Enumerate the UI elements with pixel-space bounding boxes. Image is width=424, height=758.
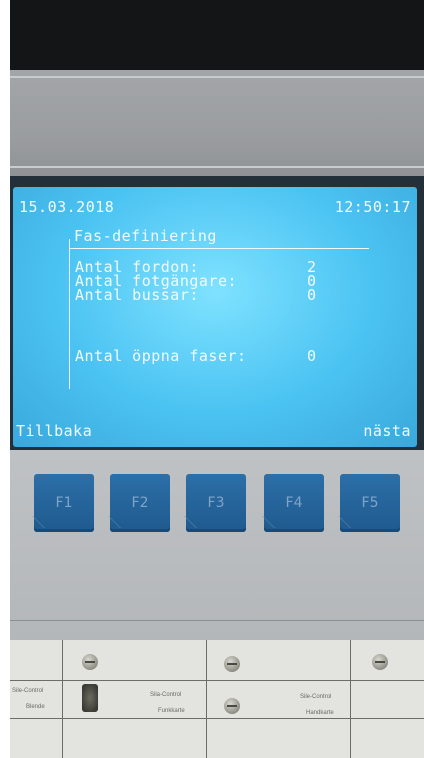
terminal-label: Sile-Control xyxy=(300,694,332,700)
f1-button[interactable]: F1 xyxy=(32,474,94,532)
menu-frame-vertical xyxy=(69,239,70,389)
terminal-screw xyxy=(224,698,240,714)
lcd-display: 15.03.2018 12:50:17 Fas-definiering Anta… xyxy=(13,187,417,447)
terminal-label: Handkarte xyxy=(306,710,334,716)
date-readout: 15.03.2018 xyxy=(19,198,115,216)
terminal-screw xyxy=(372,654,388,670)
terminal-label: Funkkarte xyxy=(158,708,185,714)
terminal-screw xyxy=(224,656,240,672)
f2-button[interactable]: F2 xyxy=(108,474,170,532)
open-phases-label: Antal öppna faser: xyxy=(75,347,247,365)
terminal-screw xyxy=(82,654,98,670)
softkey-back-label[interactable]: Tillbaka xyxy=(16,424,92,439)
f5-button[interactable]: F5 xyxy=(338,474,400,532)
row-label-bussar: Antal bussar: xyxy=(75,286,199,304)
device-photo: 15.03.2018 12:50:17 Fas-definiering Anta… xyxy=(10,0,424,758)
f3-button[interactable]: F3 xyxy=(184,474,246,532)
cable-gland xyxy=(82,684,98,712)
time-readout: 12:50:17 xyxy=(334,198,411,216)
terminal-label: Sile-Control xyxy=(12,688,44,694)
f4-button[interactable]: F4 xyxy=(262,474,324,532)
menu-title: Fas-definiering xyxy=(74,227,217,245)
open-phases-value: 0 xyxy=(307,347,317,365)
menu-title-underline xyxy=(69,248,369,249)
upper-housing-panel xyxy=(10,70,424,182)
terminal-label: Blende xyxy=(26,704,45,710)
terminal-strip: Sile-Control Blende Sila-Control Funkkar… xyxy=(10,640,424,758)
terminal-label: Sila-Control xyxy=(150,692,182,698)
row-value-bussar: 0 xyxy=(307,286,317,304)
softkey-next-label[interactable]: nästa xyxy=(363,424,411,439)
